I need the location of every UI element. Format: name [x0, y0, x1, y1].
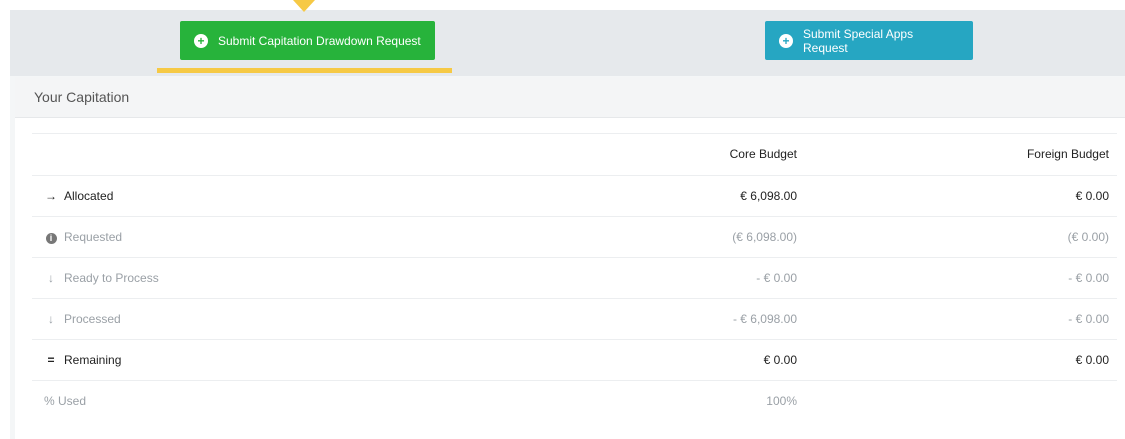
allocated-label: Allocated: [64, 189, 114, 203]
remaining-foreign: € 0.00: [1075, 353, 1109, 367]
row-label: i Requested: [44, 217, 122, 258]
table-row-remaining: = Remaining € 0.00 € 0.00: [32, 339, 1117, 381]
active-underline: [157, 68, 452, 73]
table-header-row: Core Budget Foreign Budget: [32, 133, 1117, 175]
arrow-down-icon: ↓: [48, 312, 54, 326]
row-label: = Remaining: [44, 340, 121, 381]
processed-core: - € 6,098.00: [732, 312, 797, 326]
table-row-allocated: → Allocated € 6,098.00 € 0.00: [32, 175, 1117, 217]
foreign-budget-header: Foreign Budget: [1026, 147, 1109, 161]
submit-special-apps-button[interactable]: + Submit Special Apps Request: [765, 21, 973, 60]
plus-circle-icon: +: [194, 33, 208, 48]
processed-foreign: - € 0.00: [1068, 312, 1109, 326]
arrow-down-icon: ↓: [48, 271, 54, 285]
remaining-core: € 0.00: [763, 353, 797, 367]
table-row-processed: ↓ Processed - € 6,098.00 - € 0.00: [32, 298, 1117, 340]
equals-icon: =: [47, 353, 55, 367]
table-row-requested: i Requested (€ 6,098.00) (€ 0.00): [32, 216, 1117, 258]
core-budget-header: Core Budget: [729, 147, 797, 161]
allocated-core: € 6,098.00: [740, 189, 797, 203]
panel-header: Your Capitation: [15, 77, 1125, 118]
row-label: → Allocated: [44, 176, 113, 217]
ready-foreign: - € 0.00: [1068, 271, 1109, 285]
table-row-ready-to-process: ↓ Ready to Process - € 0.00 - € 0.00: [32, 257, 1117, 299]
requested-foreign: (€ 0.00): [1067, 230, 1109, 244]
submit-drawdown-button[interactable]: + Submit Capitation Drawdown Request: [180, 21, 435, 60]
percent-used-label: % Used: [44, 394, 87, 408]
remaining-label: Remaining: [64, 353, 122, 367]
arrow-right-icon: →: [45, 189, 57, 203]
ready-to-process-label: Ready to Process: [64, 271, 159, 285]
table-row-percent-used: % Used 100%: [32, 380, 1117, 422]
panel-title: Your Capitation: [34, 89, 130, 105]
requested-label: Requested: [64, 230, 123, 244]
allocated-foreign: € 0.00: [1075, 189, 1109, 203]
row-label: ↓ Ready to Process: [44, 258, 159, 299]
ready-core: - € 0.00: [756, 271, 797, 285]
submit-special-apps-label: Submit Special Apps Request: [803, 26, 914, 55]
submit-drawdown-label: Submit Capitation Drawdown Request: [218, 33, 421, 48]
plus-circle-icon: +: [779, 33, 793, 48]
row-label: ↓ Processed: [44, 299, 121, 340]
percent-used-core: 100%: [766, 394, 797, 408]
pointer-marker: [293, 0, 315, 12]
info-icon: i: [45, 233, 57, 244]
processed-label: Processed: [64, 312, 121, 326]
requested-core: (€ 6,098.00): [732, 230, 797, 244]
